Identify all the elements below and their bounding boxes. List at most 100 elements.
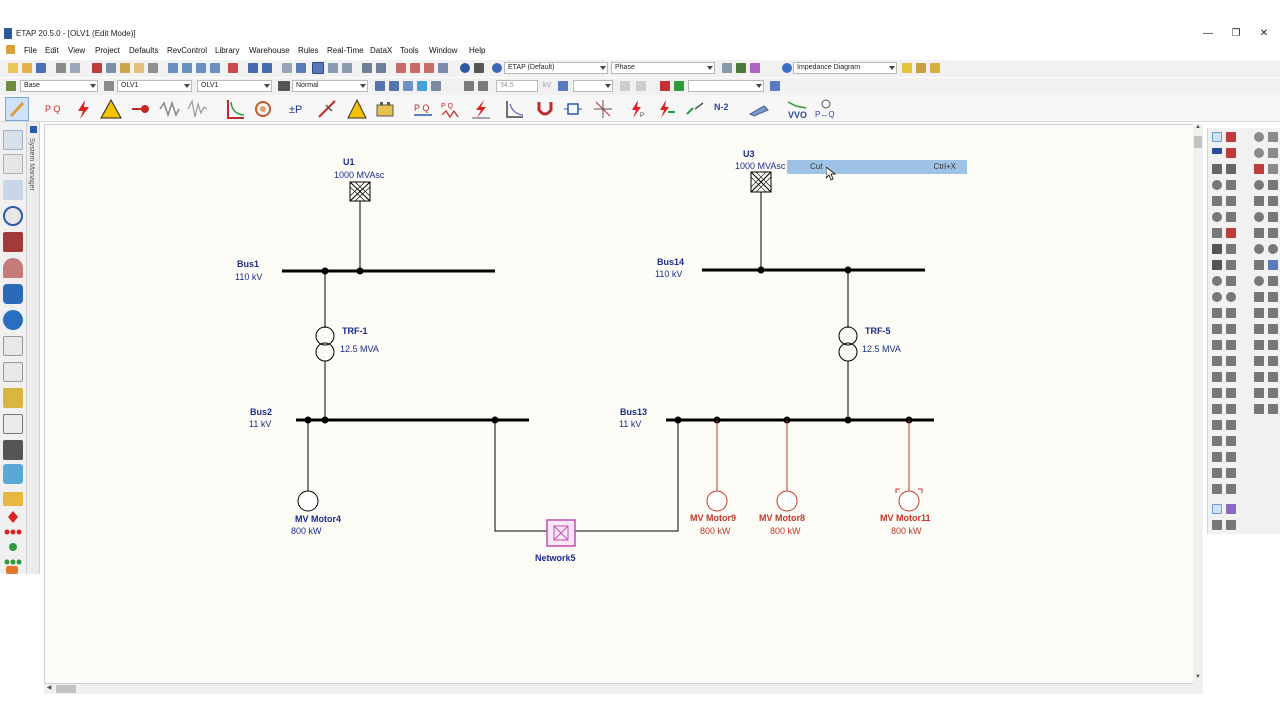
- transformer-icon[interactable]: [1212, 164, 1222, 174]
- dc-ground-icon[interactable]: [1254, 356, 1264, 366]
- star-view-button[interactable]: [592, 98, 614, 120]
- dc-relay-icon[interactable]: [1268, 372, 1278, 382]
- motor-acceleration-button[interactable]: [130, 98, 152, 120]
- paint-brush-icon[interactable]: [1226, 504, 1236, 514]
- vfd-icon[interactable]: [1254, 244, 1264, 254]
- contingency-button[interactable]: P: [626, 98, 648, 120]
- battery-palette-icon[interactable]: [1268, 212, 1278, 222]
- cable-view-icon[interactable]: [3, 180, 23, 200]
- display-options-icon[interactable]: [722, 63, 732, 73]
- menu-realtime[interactable]: Real-Time: [327, 46, 364, 55]
- load-flow-button[interactable]: P Q: [42, 98, 64, 120]
- dc-converter-icon[interactable]: [1254, 260, 1264, 270]
- one-line-diagram-canvas[interactable]: U1 1000 MVAsc Bus1 110 kV TRF-1 12.5 MVA…: [44, 124, 1195, 684]
- dc-load-icon[interactable]: [1268, 292, 1278, 302]
- one-line-view-icon[interactable]: [3, 154, 23, 174]
- study-case-select[interactable]: [688, 80, 764, 92]
- dc-meter-icon[interactable]: [1268, 356, 1278, 366]
- charger-icon[interactable]: [1254, 228, 1264, 238]
- transient-stability-button[interactable]: [186, 98, 208, 120]
- composite-network-icon[interactable]: [1212, 388, 1222, 398]
- panel-icon[interactable]: [1212, 308, 1222, 318]
- voltage-relay-icon[interactable]: [1226, 420, 1236, 430]
- restore-button[interactable]: ❐: [1222, 27, 1250, 41]
- system-manager-panel[interactable]: System Manager: [27, 122, 40, 574]
- result-analyzer-icon[interactable]: [410, 63, 420, 73]
- harmonic-button[interactable]: [158, 98, 180, 120]
- revision-data-icon[interactable]: [389, 81, 399, 91]
- menu-project[interactable]: Project: [95, 46, 120, 55]
- menu-file[interactable]: File: [24, 46, 37, 55]
- theme-icon[interactable]: [296, 63, 306, 73]
- motor-mv-motor4[interactable]: [297, 490, 319, 512]
- menu-window[interactable]: Window: [429, 46, 457, 55]
- zoom-fit-icon[interactable]: [196, 63, 206, 73]
- scroll-left-icon[interactable]: ◀: [44, 684, 54, 694]
- project-view-icon[interactable]: [3, 130, 23, 150]
- ac-element-icon[interactable]: [1226, 132, 1236, 142]
- revision-icon[interactable]: [375, 81, 385, 91]
- secondary-select[interactable]: [573, 80, 613, 92]
- star-tcc-icon[interactable]: [3, 388, 23, 408]
- utility-u1[interactable]: [349, 181, 371, 202]
- tie-icon[interactable]: [1226, 484, 1236, 494]
- hyperlinks-icon[interactable]: [362, 63, 372, 73]
- dc-composite-motor-icon[interactable]: [1254, 388, 1264, 398]
- voltmeter-icon[interactable]: [1268, 164, 1278, 174]
- format-painter-icon[interactable]: [148, 63, 158, 73]
- continuity-icon[interactable]: [328, 63, 338, 73]
- new-project-icon[interactable]: [8, 63, 18, 73]
- reactor-icon[interactable]: [1212, 196, 1222, 206]
- pen-icon[interactable]: [736, 63, 746, 73]
- pin-icon[interactable]: [30, 126, 37, 133]
- dc-cable-icon[interactable]: [1268, 196, 1278, 206]
- switch-icon[interactable]: [1226, 244, 1236, 254]
- vvo-button[interactable]: VVO: [786, 98, 810, 120]
- breaker-icon[interactable]: [1212, 244, 1222, 254]
- menu-help[interactable]: Help: [469, 46, 485, 55]
- show-grid-icon[interactable]: [312, 62, 324, 74]
- zoom-in-icon[interactable]: [168, 63, 178, 73]
- network-palette-icon[interactable]: [3, 492, 23, 506]
- green-dot-icon[interactable]: [3, 540, 23, 554]
- mcc-icon[interactable]: [1226, 260, 1236, 270]
- cable-ampacity-button[interactable]: [252, 98, 274, 120]
- ammeter-icon[interactable]: [1254, 164, 1264, 174]
- vertical-scroll-thumb[interactable]: [1194, 136, 1202, 148]
- olv-select[interactable]: OLV1: [197, 80, 272, 92]
- message-icon[interactable]: [930, 63, 940, 73]
- synchronous-motor-icon[interactable]: [1254, 276, 1264, 286]
- menu-view[interactable]: View: [68, 46, 85, 55]
- palette-icon[interactable]: [750, 63, 760, 73]
- network5-block[interactable]: [546, 519, 576, 547]
- pan-icon[interactable]: [134, 63, 144, 73]
- menu-rules[interactable]: Rules: [298, 46, 318, 55]
- horizontal-scrollbar[interactable]: ◀: [44, 684, 1203, 694]
- dc-panel-icon[interactable]: [1268, 260, 1278, 270]
- power-meter-icon[interactable]: [1268, 180, 1278, 190]
- protective-coordination-button[interactable]: [224, 98, 246, 120]
- hvdc-icon[interactable]: [1226, 324, 1236, 334]
- dc-bus-icon[interactable]: [1254, 196, 1264, 206]
- open-folder-icon[interactable]: [22, 63, 32, 73]
- reliability-button[interactable]: [470, 98, 492, 120]
- vertical-scrollbar[interactable]: ▲ ▼: [1193, 124, 1203, 684]
- report-manager-icon[interactable]: [396, 63, 406, 73]
- grounding-icon[interactable]: [1226, 340, 1236, 350]
- battery-button[interactable]: [374, 98, 396, 120]
- merge-icon[interactable]: [431, 81, 441, 91]
- save-icon[interactable]: [36, 63, 46, 73]
- toolbar-options-icon[interactable]: [474, 63, 484, 73]
- power-grid-icon[interactable]: [1212, 484, 1222, 494]
- text-box-icon[interactable]: [282, 63, 292, 73]
- menu-tools[interactable]: Tools: [400, 46, 419, 55]
- cable-pulling-icon[interactable]: [3, 284, 23, 304]
- fuse-icon[interactable]: [1212, 228, 1222, 238]
- fuel-cell-icon[interactable]: [1254, 292, 1264, 302]
- dc-breaker-icon[interactable]: [1268, 324, 1278, 334]
- dc-elements-icon[interactable]: [1268, 308, 1278, 318]
- relay-icon[interactable]: [1226, 148, 1236, 158]
- capacitor-icon[interactable]: [1226, 228, 1236, 238]
- print-icon[interactable]: [56, 63, 66, 73]
- dc-network-icon[interactable]: [1268, 388, 1278, 398]
